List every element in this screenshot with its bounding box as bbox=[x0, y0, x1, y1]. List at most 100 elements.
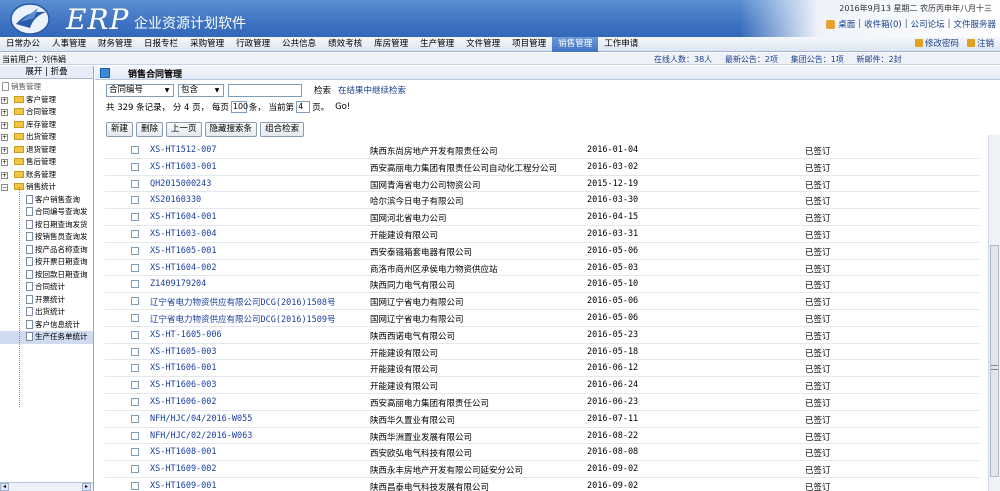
plus-icon[interactable]: + bbox=[1, 146, 8, 154]
menu-item[interactable]: 日报专栏 bbox=[138, 37, 184, 52]
contract-number-link[interactable]: XS-HT1603-001 bbox=[150, 162, 217, 172]
tree-item[interactable]: 客户信息统计 bbox=[0, 319, 93, 332]
delete-button[interactable]: 删除 bbox=[136, 122, 164, 137]
menu-item[interactable]: 文件管理 bbox=[460, 37, 506, 52]
expand-collapse-toggle[interactable]: 展开 | 折叠 bbox=[0, 66, 93, 79]
menu-item[interactable]: 工作申请 bbox=[598, 37, 644, 52]
page-number-input[interactable]: 4 bbox=[296, 101, 311, 113]
tree-item[interactable]: 按开票日期查询 bbox=[0, 256, 93, 269]
row-checkbox[interactable] bbox=[131, 280, 139, 289]
contract-number-link[interactable]: XS-HT1512-007 bbox=[150, 145, 217, 155]
tree-root[interactable]: 销售管理 bbox=[0, 81, 93, 94]
operator-select[interactable]: 包含 ▼ bbox=[178, 83, 224, 97]
menu-item[interactable]: 财务管理 bbox=[92, 37, 138, 52]
tree-folder[interactable]: − 销售统计 bbox=[0, 181, 93, 194]
go-button[interactable]: Go! bbox=[335, 102, 350, 112]
row-checkbox[interactable] bbox=[131, 246, 139, 255]
menu-item[interactable]: 项目管理 bbox=[506, 37, 552, 52]
row-checkbox[interactable] bbox=[131, 364, 139, 373]
tree-folder[interactable]: + 账务管理 bbox=[0, 169, 93, 182]
row-checkbox[interactable] bbox=[131, 347, 139, 356]
tree-item[interactable]: 开票统计 bbox=[0, 294, 93, 307]
tree-item[interactable]: 出货统计 bbox=[0, 306, 93, 319]
tree-item[interactable]: 生产任务单统计 bbox=[0, 331, 93, 344]
menu-item[interactable]: 库房管理 bbox=[368, 37, 414, 52]
tree-folder[interactable]: + 出货管理 bbox=[0, 131, 93, 144]
tree-item[interactable]: 按日期查询发货 bbox=[0, 219, 93, 232]
notice-count[interactable]: 最新公告：2项 bbox=[725, 55, 778, 64]
row-checkbox[interactable] bbox=[131, 330, 139, 339]
contract-number-link[interactable]: XS-HT1609-001 bbox=[150, 481, 217, 491]
contract-number-link[interactable]: XS-HT1603-004 bbox=[150, 229, 217, 239]
group-notice-count[interactable]: 集团公告：1项 bbox=[791, 55, 844, 64]
refine-search-link[interactable]: 在结果中继续检索 bbox=[338, 84, 406, 96]
menu-item[interactable]: 销售管理 bbox=[552, 36, 599, 52]
row-checkbox[interactable] bbox=[131, 431, 139, 440]
menu-item[interactable]: 采购管理 bbox=[184, 37, 230, 52]
search-input[interactable] bbox=[228, 83, 302, 97]
contract-number-link[interactable]: XS-HT1604-001 bbox=[150, 212, 217, 222]
menu-item[interactable]: 人事管理 bbox=[46, 37, 92, 52]
tree-item[interactable]: 合同编号查询发 bbox=[0, 206, 93, 219]
link-forum[interactable]: 公司论坛 bbox=[911, 18, 945, 30]
contract-number-link[interactable]: Z1409179204 bbox=[150, 279, 206, 289]
row-checkbox[interactable] bbox=[131, 414, 139, 423]
menu-item[interactable]: 绩效考核 bbox=[322, 37, 368, 52]
tree-item[interactable]: 按产品名称查询 bbox=[0, 244, 93, 257]
row-checkbox[interactable] bbox=[131, 230, 139, 238]
hide-search-button[interactable]: 隐藏搜索条 bbox=[204, 122, 258, 137]
row-checkbox[interactable] bbox=[131, 196, 139, 205]
tree-item[interactable]: 合同统计 bbox=[0, 281, 93, 294]
search-button[interactable]: 检索 bbox=[314, 84, 331, 96]
row-checkbox[interactable] bbox=[131, 213, 139, 222]
tree-folder[interactable]: + 库存管理 bbox=[0, 119, 93, 132]
contract-number-link[interactable]: XS-HT1606-003 bbox=[150, 380, 217, 390]
contract-number-link[interactable]: XS-HT1609-002 bbox=[150, 464, 217, 474]
contract-number-link[interactable]: NFH/HJC/04/2016-W055 bbox=[150, 414, 252, 424]
row-checkbox[interactable] bbox=[131, 146, 139, 154]
logout-link[interactable]: 注销 bbox=[966, 37, 994, 52]
contract-number-link[interactable]: XS20160330 bbox=[150, 195, 201, 205]
row-checkbox[interactable] bbox=[131, 465, 139, 474]
tree-folder[interactable]: + 合同管理 bbox=[0, 106, 93, 119]
row-checkbox[interactable] bbox=[131, 179, 139, 188]
link-file-server[interactable]: 文件服务器 bbox=[953, 18, 996, 30]
row-checkbox[interactable] bbox=[131, 398, 139, 406]
tree-folder[interactable]: + 售后管理 bbox=[0, 156, 93, 169]
menu-item[interactable]: 行政管理 bbox=[230, 37, 276, 52]
menu-item[interactable]: 生产管理 bbox=[414, 37, 460, 52]
contract-number-link[interactable]: XS-HT1606-001 bbox=[150, 363, 217, 373]
change-password-link[interactable]: 修改密码 bbox=[914, 37, 959, 52]
row-checkbox[interactable] bbox=[131, 263, 139, 272]
tree-folder[interactable]: + 客户管理 bbox=[0, 94, 93, 107]
plus-icon[interactable]: + bbox=[1, 109, 8, 116]
row-checkbox[interactable] bbox=[131, 448, 139, 457]
menu-item[interactable]: 公共信息 bbox=[276, 37, 322, 52]
contract-number-link[interactable]: XS-HT1608-001 bbox=[150, 447, 217, 457]
tree-item[interactable]: 按销售员查询发 bbox=[0, 231, 93, 244]
plus-icon[interactable]: + bbox=[1, 159, 8, 166]
scroll-left-arrow-icon[interactable]: ◂ bbox=[0, 483, 9, 491]
mail-count[interactable]: 新邮件：2封 bbox=[857, 55, 902, 64]
plus-icon[interactable]: + bbox=[1, 134, 8, 141]
scroll-thumb[interactable] bbox=[990, 245, 999, 477]
menu-item[interactable]: 日常办公 bbox=[0, 37, 46, 52]
combined-search-button[interactable]: 组合检索 bbox=[260, 122, 305, 137]
new-button[interactable]: 新建 bbox=[106, 122, 134, 137]
plus-icon[interactable]: + bbox=[1, 121, 8, 129]
plus-icon[interactable]: + bbox=[1, 171, 8, 179]
contract-number-link[interactable]: 辽宁省电力物资供应有限公司DCG(2016)1509号 bbox=[150, 313, 336, 325]
plus-icon[interactable]: + bbox=[1, 96, 8, 104]
contract-number-link[interactable]: XS-HT1605-001 bbox=[150, 246, 217, 256]
row-checkbox[interactable] bbox=[131, 482, 139, 490]
row-checkbox[interactable] bbox=[131, 162, 139, 171]
per-page-input[interactable]: 100 bbox=[230, 101, 248, 113]
contract-number-link[interactable]: 辽宁省电力物资供应有限公司DCG(2016)1508号 bbox=[150, 296, 336, 308]
scroll-right-arrow-icon[interactable]: ▸ bbox=[82, 483, 91, 491]
contract-number-link[interactable]: QH2015000243 bbox=[150, 179, 211, 189]
left-hscrollbar[interactable]: ◂ ▸ bbox=[0, 482, 93, 491]
prev-page-button[interactable]: 上一页 bbox=[166, 122, 202, 137]
tree-item[interactable]: 客户销售查询 bbox=[0, 194, 93, 207]
tree-item[interactable]: 按回款日期查询 bbox=[0, 269, 93, 282]
row-checkbox[interactable] bbox=[131, 381, 139, 390]
